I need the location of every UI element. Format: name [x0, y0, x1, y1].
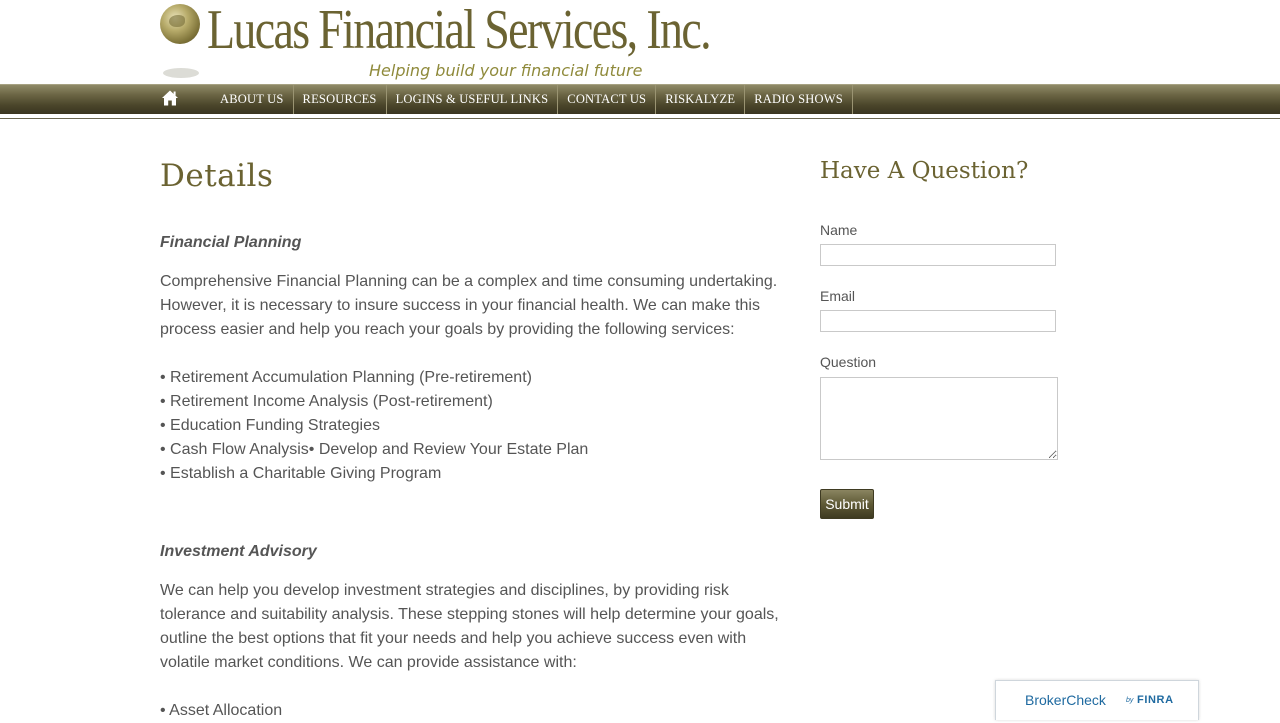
- section-heading-investment-advisory: Investment Advisory: [160, 543, 317, 560]
- name-label: Name: [820, 222, 858, 238]
- name-input[interactable]: [820, 244, 1056, 266]
- brokercheck-brand: BrokerCheck: [1025, 692, 1106, 708]
- logo-shadow: [163, 68, 199, 78]
- submit-button[interactable]: Submit: [820, 489, 874, 519]
- main-nav: ABOUT US RESOURCES LOGINS & USEFUL LINKS…: [0, 84, 1280, 114]
- nav-item-about-us[interactable]: ABOUT US: [211, 85, 294, 114]
- list-item: • Cash Flow Analysis• Develop and Review…: [160, 441, 589, 458]
- home-icon[interactable]: [161, 89, 179, 107]
- list-item: • Establish a Charitable Giving Program: [160, 465, 442, 482]
- page-title: Details: [160, 158, 274, 194]
- email-label: Email: [820, 288, 856, 304]
- nav-items: ABOUT US RESOURCES LOGINS & USEFUL LINKS…: [211, 85, 853, 114]
- nav-item-resources[interactable]: RESOURCES: [294, 85, 387, 114]
- investment-advisory-paragraph: We can help you develop investment strat…: [160, 582, 779, 671]
- list-item: • Asset Allocation: [160, 702, 283, 719]
- question-label: Question: [820, 354, 877, 370]
- logo-globe-icon[interactable]: [160, 4, 200, 44]
- question-textarea[interactable]: [820, 377, 1058, 460]
- investment-advisory-list: • Asset Allocation: [160, 699, 282, 723]
- brokercheck-badge[interactable]: BrokerCheck by FINRA: [995, 680, 1199, 720]
- financial-planning-services-list: • Retirement Accumulation Planning (Pre-…: [160, 366, 588, 486]
- financial-planning-paragraph: Comprehensive Financial Planning can be …: [160, 273, 778, 338]
- nav-divider: [0, 118, 1280, 119]
- nav-item-radio-shows[interactable]: RADIO SHOWS: [745, 85, 853, 114]
- question-form-title: Have A Question?: [820, 158, 1029, 184]
- nav-item-logins-useful-links[interactable]: LOGINS & USEFUL LINKS: [387, 85, 559, 114]
- logo-title[interactable]: Lucas Financial Services, Inc.: [207, 0, 712, 62]
- brokercheck-by: by: [1126, 697, 1134, 704]
- nav-item-contact-us[interactable]: CONTACT US: [558, 85, 657, 114]
- list-item: • Retirement Accumulation Planning (Pre-…: [160, 369, 532, 386]
- list-item: • Retirement Income Analysis (Post-retir…: [160, 393, 493, 410]
- nav-item-riskalyze[interactable]: RISKALYZE: [656, 85, 746, 114]
- site-header: Lucas Financial Services, Inc. Helping b…: [0, 0, 1280, 84]
- logo-tagline: Helping build your financial future: [369, 61, 643, 80]
- finra-label: FINRA: [1137, 694, 1174, 706]
- email-input[interactable]: [820, 310, 1056, 332]
- list-item: • Education Funding Strategies: [160, 417, 380, 434]
- section-heading-financial-planning: Financial Planning: [160, 234, 302, 251]
